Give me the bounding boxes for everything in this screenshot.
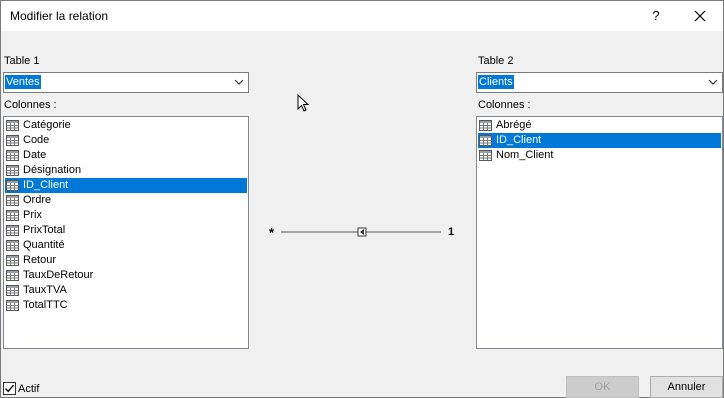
list-item[interactable]: TotalTTC xyxy=(5,298,247,313)
relation-diagram: * 1 xyxy=(267,223,457,243)
table1-columns-list[interactable]: Catégorie Code Date Désignation ID_Client Ord… xyxy=(3,116,249,349)
list-item[interactable]: TauxDeRetour xyxy=(5,268,247,283)
close-button[interactable] xyxy=(685,4,715,28)
list-item-label: Nom_Client xyxy=(496,149,554,161)
table2-select[interactable]: Clients xyxy=(476,72,723,93)
list-item[interactable]: Quantité xyxy=(5,238,247,253)
list-item-label: PrixTotal xyxy=(23,224,66,236)
table-field-icon xyxy=(6,210,19,221)
table-field-icon xyxy=(6,150,19,161)
list-item[interactable]: Désignation xyxy=(5,163,247,178)
table-field-icon xyxy=(6,165,19,176)
table2-value: Clients xyxy=(478,75,514,89)
list-item-label: Retour xyxy=(23,254,57,266)
list-item-label: ID_Client xyxy=(496,134,542,146)
dialog-title: Modifier la relation xyxy=(10,9,109,23)
list-item-label: TauxTVA xyxy=(23,284,67,296)
list-item-label: Désignation xyxy=(23,164,82,176)
list-item-label: TauxDeRetour xyxy=(23,269,94,281)
close-icon xyxy=(694,10,706,22)
table1-columns-label: Colonnes : xyxy=(4,99,57,111)
table-field-icon xyxy=(6,270,19,281)
table-field-icon xyxy=(6,240,19,251)
help-button[interactable]: ? xyxy=(641,4,671,28)
list-item-label: Ordre xyxy=(23,194,52,206)
table2-label: Table 2 xyxy=(478,55,514,67)
table-field-icon xyxy=(479,135,492,146)
table-field-icon xyxy=(6,285,19,296)
chevron-down-icon xyxy=(708,79,718,85)
list-item-label: TotalTTC xyxy=(23,299,68,311)
table-field-icon xyxy=(6,120,19,131)
table-field-icon xyxy=(6,225,19,236)
list-item-label: Date xyxy=(23,149,47,161)
list-item[interactable]: Ordre xyxy=(5,193,247,208)
list-item-label: Abrégé xyxy=(496,119,532,131)
edit-relation-dialog: Modifier la relation ? Table 1 Ventes Co… xyxy=(0,0,724,398)
table-field-icon xyxy=(6,135,19,146)
mouse-cursor-icon xyxy=(297,94,309,112)
table-field-icon xyxy=(6,255,19,266)
list-item[interactable]: Catégorie xyxy=(5,118,247,133)
relation-line xyxy=(281,227,441,237)
list-item-label: Code xyxy=(23,134,50,146)
list-item[interactable]: ID_Client xyxy=(5,178,247,193)
table1-value: Ventes xyxy=(5,75,41,89)
table-field-icon xyxy=(6,195,19,206)
table-field-icon xyxy=(479,120,492,131)
list-item-label: Prix xyxy=(23,209,42,221)
list-item[interactable]: Prix xyxy=(5,208,247,223)
chevron-down-icon xyxy=(234,79,244,85)
cancel-button[interactable]: Annuler xyxy=(650,376,723,398)
table2-columns-label: Colonnes : xyxy=(478,99,531,111)
list-item[interactable]: ID_Client xyxy=(478,133,721,148)
list-item-label: Catégorie xyxy=(23,119,71,131)
list-item[interactable]: Date xyxy=(5,148,247,163)
table1-select[interactable]: Ventes xyxy=(3,72,249,93)
list-item[interactable]: PrixTotal xyxy=(5,223,247,238)
table-field-icon xyxy=(479,150,492,161)
table1-label: Table 1 xyxy=(4,55,40,67)
list-item-label: Quantité xyxy=(23,239,65,251)
list-item[interactable]: TauxTVA xyxy=(5,283,247,298)
list-item[interactable]: Nom_Client xyxy=(478,148,721,163)
table-field-icon xyxy=(6,180,19,191)
table-field-icon xyxy=(6,300,19,311)
table2-columns-list[interactable]: Abrégé ID_Client Nom_Client xyxy=(476,116,723,349)
ok-button[interactable]: OK xyxy=(566,376,639,398)
list-item[interactable]: Code xyxy=(5,133,247,148)
list-item[interactable]: Retour xyxy=(5,253,247,268)
active-label: Actif xyxy=(18,383,40,395)
title-bar: Modifier la relation ? xyxy=(1,1,723,31)
list-item-label: ID_Client xyxy=(23,179,69,191)
active-checkbox[interactable] xyxy=(3,382,16,395)
right-cardinality: 1 xyxy=(448,226,455,238)
list-item[interactable]: Abrégé xyxy=(478,118,721,133)
checkmark-icon xyxy=(4,384,15,393)
